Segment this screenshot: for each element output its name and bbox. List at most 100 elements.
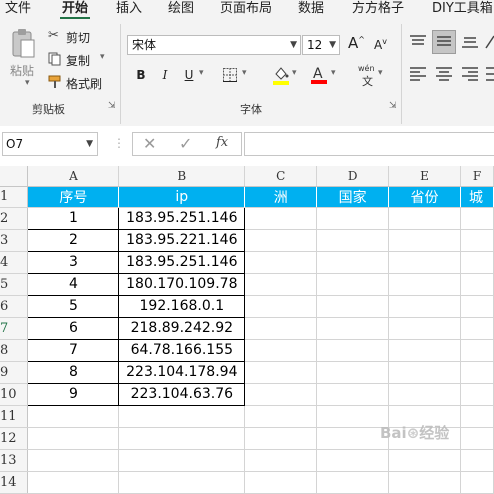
table-cell[interactable] — [460, 471, 494, 494]
tab-data[interactable]: 数据 — [298, 0, 324, 16]
paste-button[interactable]: 粘贴 — [10, 62, 34, 79]
align-top-icon[interactable] — [408, 34, 428, 50]
table-cell[interactable]: 2 — [27, 228, 120, 252]
table-cell[interactable] — [27, 449, 120, 472]
table-cell[interactable]: 6 — [27, 316, 120, 340]
select-all-corner[interactable] — [0, 166, 29, 187]
font-size-select[interactable]: 12 ▼ — [302, 35, 340, 55]
table-cell[interactable]: 8 — [27, 360, 120, 384]
row-header[interactable]: 2 — [0, 207, 29, 230]
header-cell[interactable]: 序号 — [27, 186, 120, 208]
table-cell[interactable]: 223.104.63.76 — [118, 382, 246, 406]
confirm-icon[interactable]: ✓ — [179, 134, 192, 153]
table-cell[interactable] — [388, 251, 461, 274]
table-cell[interactable] — [316, 405, 390, 428]
font-color-dropdown-icon[interactable]: ▾ — [331, 68, 336, 78]
underline-button[interactable]: U — [180, 66, 198, 84]
row-header[interactable]: 6 — [0, 295, 29, 318]
align-middle-button[interactable] — [432, 30, 456, 54]
table-cell[interactable] — [316, 339, 390, 362]
table-cell[interactable] — [118, 471, 246, 494]
table-cell[interactable] — [244, 361, 318, 384]
insert-function-button[interactable]: fx — [216, 135, 228, 150]
table-cell[interactable] — [244, 251, 318, 274]
table-cell[interactable] — [244, 339, 318, 362]
table-cell[interactable] — [316, 251, 390, 274]
header-cell[interactable]: 城 — [460, 186, 494, 208]
phonetic-dropdown-icon[interactable]: ▾ — [378, 68, 383, 78]
row-header[interactable]: 3 — [0, 229, 29, 252]
tab-page-layout[interactable]: 页面布局 — [220, 0, 272, 16]
underline-dropdown-icon[interactable]: ▾ — [199, 68, 204, 78]
table-cell[interactable] — [244, 405, 318, 428]
row-header[interactable]: 5 — [0, 273, 29, 296]
table-cell[interactable] — [388, 317, 461, 340]
decrease-font-size-button[interactable]: Av — [374, 37, 387, 52]
table-cell[interactable] — [244, 471, 318, 494]
tab-diy-toolbox[interactable]: DIY工具箱 — [432, 0, 493, 16]
table-cell[interactable] — [388, 383, 461, 406]
indent-icon[interactable] — [484, 66, 494, 82]
table-cell[interactable] — [244, 295, 318, 318]
header-cell[interactable]: 省份 — [388, 186, 461, 208]
row-header[interactable]: 1 — [0, 186, 29, 208]
table-cell[interactable]: 218.89.242.92 — [118, 316, 246, 340]
orientation-icon[interactable] — [484, 32, 494, 50]
cancel-icon[interactable]: ✕ — [143, 134, 156, 153]
paste-dropdown-icon[interactable]: ▾ — [25, 78, 30, 88]
row-header[interactable]: 7 — [0, 317, 29, 340]
table-cell[interactable] — [388, 361, 461, 384]
table-cell[interactable] — [316, 361, 390, 384]
table-cell[interactable] — [388, 295, 461, 318]
table-cell[interactable] — [460, 383, 494, 406]
table-cell[interactable]: 183.95.251.146 — [118, 206, 246, 230]
table-cell[interactable] — [118, 427, 246, 450]
table-cell[interactable]: 5 — [27, 294, 120, 318]
table-cell[interactable] — [460, 361, 494, 384]
chevron-down-icon[interactable]: ▼ — [86, 133, 93, 155]
table-cell[interactable] — [316, 383, 390, 406]
align-right-icon[interactable] — [460, 66, 480, 82]
table-cell[interactable] — [388, 339, 461, 362]
table-cell[interactable] — [316, 427, 390, 450]
table-cell[interactable] — [27, 427, 120, 450]
table-cell[interactable] — [388, 471, 461, 494]
table-cell[interactable] — [244, 383, 318, 406]
table-cell[interactable] — [118, 405, 246, 428]
tab-fangfang-gezi[interactable]: 方方格子 — [352, 0, 404, 16]
table-cell[interactable] — [316, 449, 390, 472]
table-cell[interactable] — [118, 449, 246, 472]
table-cell[interactable] — [388, 229, 461, 252]
table-cell[interactable] — [316, 207, 390, 230]
table-cell[interactable] — [460, 273, 494, 296]
align-left-icon[interactable] — [408, 66, 428, 82]
borders-icon[interactable] — [222, 67, 238, 83]
formula-input[interactable] — [244, 132, 494, 156]
tab-home[interactable]: 开始 — [62, 0, 88, 16]
table-cell[interactable]: 183.95.251.146 — [118, 250, 246, 274]
phonetic-guide-button[interactable]: 文 — [362, 73, 373, 89]
table-cell[interactable]: 223.104.178.94 — [118, 360, 246, 384]
table-cell[interactable] — [244, 207, 318, 230]
bold-button[interactable]: B — [132, 66, 150, 84]
row-header[interactable]: 9 — [0, 361, 29, 384]
table-cell[interactable] — [244, 449, 318, 472]
tab-insert[interactable]: 插入 — [116, 0, 142, 16]
table-cell[interactable] — [244, 273, 318, 296]
table-cell[interactable] — [388, 273, 461, 296]
header-cell[interactable]: 国家 — [316, 186, 390, 208]
fill-color-dropdown-icon[interactable]: ▾ — [292, 68, 297, 78]
formula-bar-grip-icon[interactable]: ⋮ — [113, 136, 125, 150]
row-header[interactable]: 10 — [0, 383, 29, 406]
table-cell[interactable] — [316, 229, 390, 252]
align-bottom-icon[interactable] — [460, 34, 480, 50]
clipboard-launcher-icon[interactable]: ⇲ — [108, 101, 116, 111]
borders-dropdown-icon[interactable]: ▾ — [242, 68, 247, 78]
table-cell[interactable] — [388, 449, 461, 472]
table-cell[interactable] — [460, 405, 494, 428]
table-cell[interactable]: 183.95.221.146 — [118, 228, 246, 252]
column-header-a[interactable]: A — [27, 166, 120, 187]
column-header-e[interactable]: E — [388, 166, 461, 187]
cut-button[interactable]: 剪切 — [66, 29, 90, 46]
copy-button[interactable]: 复制 — [66, 52, 90, 69]
